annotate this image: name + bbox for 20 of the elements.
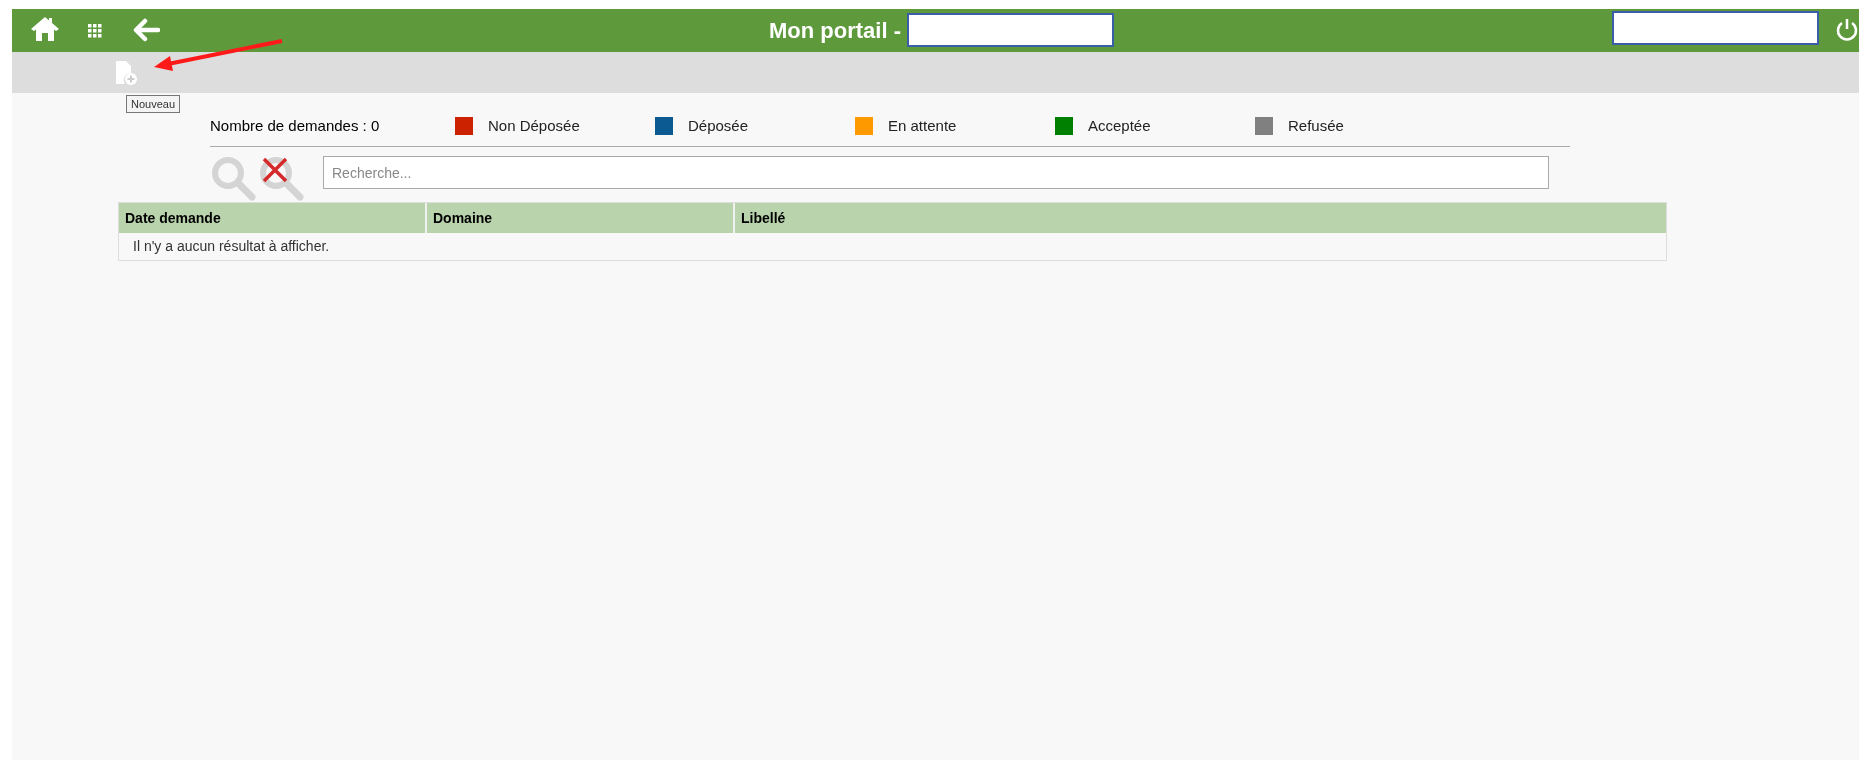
legend-label: Refusée bbox=[1288, 116, 1344, 136]
back-arrow-icon[interactable] bbox=[132, 18, 160, 42]
column-header[interactable]: Libellé bbox=[735, 203, 1666, 233]
empty-message: Il n'y a aucun résultat à afficher. bbox=[132, 237, 331, 256]
tooltip: Nouveau bbox=[126, 95, 181, 113]
request-count: Nombre de demandes : 0 bbox=[210, 116, 381, 136]
legend-label: Non Déposée bbox=[488, 116, 580, 136]
grid-icon[interactable] bbox=[88, 24, 102, 38]
home-icon[interactable] bbox=[30, 15, 60, 43]
column-header[interactable]: Domaine bbox=[427, 203, 735, 233]
legend-label: En attente bbox=[888, 116, 957, 136]
title-field[interactable] bbox=[907, 13, 1114, 47]
page-title: Mon portail - bbox=[769, 16, 901, 45]
user-field[interactable] bbox=[1612, 11, 1819, 45]
legend-label: Acceptée bbox=[1088, 116, 1151, 136]
search-field[interactable]: Recherche... bbox=[323, 156, 1549, 189]
column-header[interactable]: Date demande bbox=[119, 203, 427, 233]
power-icon[interactable] bbox=[1835, 17, 1859, 43]
clear-search-icon[interactable] bbox=[258, 155, 304, 201]
legend-label: Déposée bbox=[688, 116, 749, 136]
